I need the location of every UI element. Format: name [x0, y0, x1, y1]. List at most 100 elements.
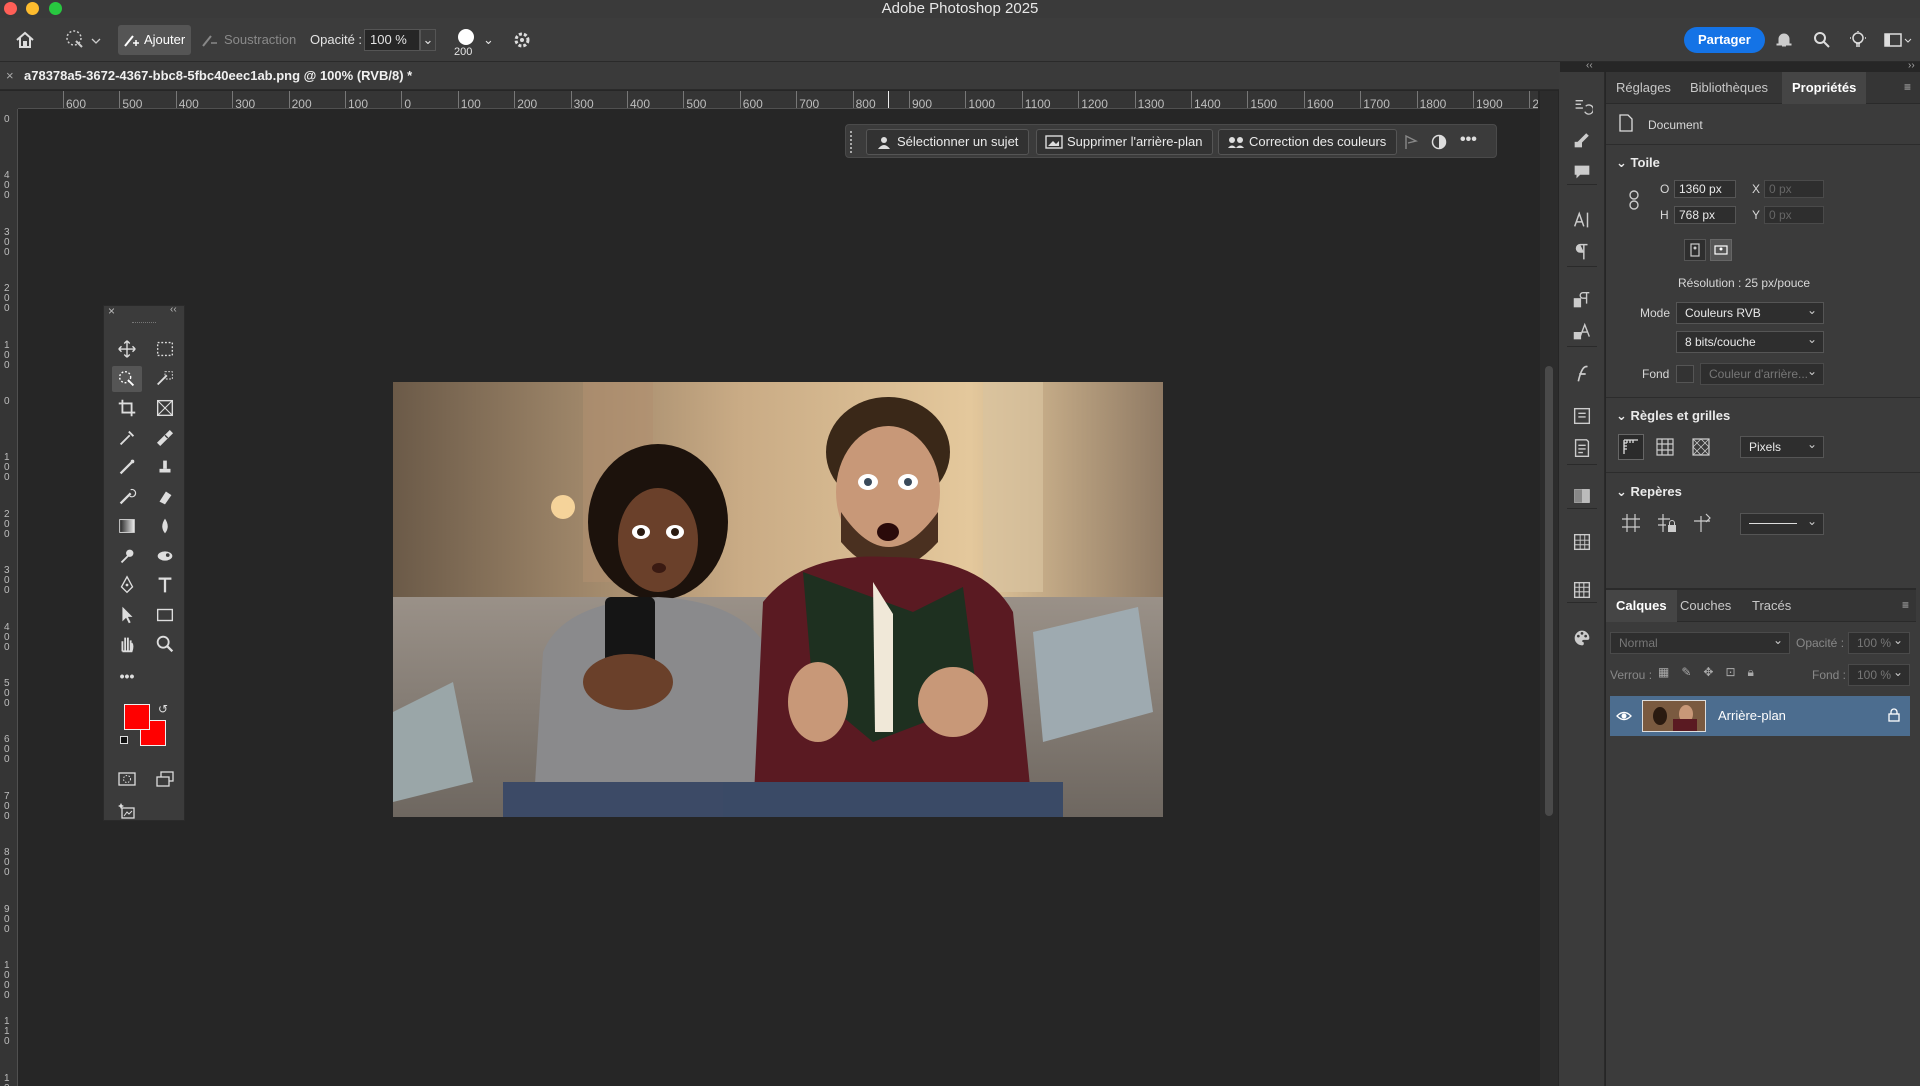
landscape-orientation-button[interactable] — [1710, 239, 1732, 261]
default-colors-icon[interactable] — [120, 736, 128, 744]
collapse-panel-icon[interactable]: ‹‹ — [170, 304, 177, 315]
document-tab-title[interactable]: a78378a5-3672-4367-bbc8-5fbc40eec1ab.png… — [24, 62, 412, 90]
rectangle-tool[interactable] — [150, 602, 180, 628]
panel-grip[interactable] — [132, 322, 156, 325]
expand-panels-icon[interactable]: ›› — [1908, 60, 1915, 71]
gradient-tool[interactable] — [112, 513, 142, 539]
quick-selection-tool[interactable] — [112, 365, 142, 392]
vertical-scrollbar[interactable] — [1540, 91, 1558, 1086]
blur-tool[interactable] — [150, 513, 180, 539]
settings-button[interactable] — [512, 25, 532, 55]
subtract-from-selection-button[interactable]: Soustraction — [198, 25, 296, 55]
layer-lock-icon[interactable] — [1888, 708, 1900, 722]
lock-all-icon[interactable]: 🔒︎ — [1748, 665, 1766, 679]
paragraph-panel-button[interactable] — [1570, 240, 1594, 264]
search-button[interactable] — [1812, 25, 1832, 55]
brush-dropdown[interactable]: ⌄ — [483, 25, 494, 55]
share-button[interactable]: Partager — [1684, 27, 1765, 53]
lock-transparent-icon[interactable]: ▦ — [1658, 665, 1681, 679]
dodge-tool[interactable] — [112, 543, 142, 569]
crop-tool[interactable] — [112, 395, 142, 421]
layer-name[interactable]: Arrière-plan — [1718, 708, 1786, 723]
character-styles-panel-button[interactable] — [1570, 320, 1594, 344]
patterns-panel-button[interactable] — [1570, 530, 1594, 554]
opacity-dropdown[interactable]: ⌄ — [420, 29, 436, 51]
zoom-tool[interactable] — [150, 631, 180, 657]
minimize-window-button[interactable] — [26, 2, 39, 15]
fill-color-swatch[interactable] — [1676, 365, 1694, 383]
drag-handle[interactable] — [850, 131, 854, 153]
layer-opacity-input[interactable]: 100 % — [1848, 630, 1910, 654]
y-input[interactable]: 0 px — [1764, 206, 1824, 224]
guide-style-select[interactable] — [1740, 511, 1824, 535]
canvas-section-header[interactable]: ⌄ Toile — [1616, 155, 1660, 171]
generative-fill-button[interactable] — [112, 798, 142, 824]
pin-bar-button[interactable] — [1402, 133, 1420, 154]
marquee-tool[interactable] — [150, 336, 180, 362]
lock-position-icon[interactable]: ✥ — [1703, 665, 1725, 679]
brush-settings-panel-button[interactable] — [1570, 128, 1594, 152]
home-button[interactable] — [14, 25, 36, 55]
lock-image-icon[interactable]: ✎ — [1681, 665, 1703, 679]
type-tool[interactable] — [150, 572, 180, 598]
guides-toggle[interactable] — [1620, 512, 1642, 537]
more-options-icon[interactable]: ••• — [1460, 131, 1477, 149]
move-tool[interactable] — [112, 336, 142, 362]
rulers-toggle[interactable] — [1618, 434, 1644, 460]
swatches-panel-button[interactable] — [1570, 578, 1594, 602]
layers-menu-icon[interactable]: ≡ — [1902, 598, 1909, 612]
select-subject-button[interactable]: Sélectionner un sujet — [866, 129, 1030, 155]
zoom-window-button[interactable] — [49, 2, 62, 15]
link-icon[interactable] — [1628, 190, 1640, 210]
rulers-grids-section-header[interactable]: ⌄ Règles et grilles — [1616, 408, 1730, 424]
path-selection-tool[interactable] — [112, 602, 142, 628]
gradients-panel-button[interactable] — [1570, 484, 1594, 508]
fill-select[interactable]: Couleur d'arrière... — [1700, 361, 1824, 385]
hand-tool[interactable] — [112, 631, 142, 657]
brush-tool[interactable] — [112, 454, 142, 480]
width-input[interactable]: 1360 px — [1674, 180, 1736, 198]
eye-icon[interactable] — [1616, 709, 1632, 723]
close-tab-icon[interactable]: × — [6, 62, 14, 90]
height-input[interactable]: 768 px — [1674, 206, 1736, 224]
history-panel-panel-button[interactable] — [1570, 96, 1594, 120]
lock-options[interactable]: ▦✎✥⊡🔒︎ — [1658, 665, 1768, 683]
character-panel-button[interactable] — [1570, 208, 1594, 232]
blend-mode-select[interactable]: Normal — [1610, 630, 1790, 654]
workspace-button[interactable] — [1884, 25, 1914, 55]
smudge-tool[interactable] — [150, 543, 180, 569]
adjustment-button[interactable] — [1430, 133, 1448, 154]
glyphs-panel-button[interactable] — [1570, 362, 1594, 386]
guides-section-header[interactable]: ⌄ Repères — [1616, 484, 1682, 500]
panel-menu-icon[interactable]: ≡ — [1904, 80, 1911, 94]
object-selection-tool[interactable] — [150, 366, 180, 392]
foreground-color-swatch[interactable] — [124, 704, 150, 730]
lock-guides-toggle[interactable] — [1656, 512, 1678, 537]
tab-properties[interactable]: Propriétés — [1782, 72, 1867, 104]
color-palette-panel-button[interactable] — [1570, 626, 1594, 650]
swap-colors-icon[interactable]: ↺ — [158, 702, 168, 716]
close-panel-icon[interactable]: × — [108, 304, 115, 318]
healing-brush-tool[interactable] — [150, 425, 180, 451]
remove-background-button[interactable]: Supprimer l'arrière-plan — [1036, 129, 1214, 155]
pixel-grid-toggle[interactable] — [1690, 436, 1712, 461]
notifications-button[interactable] — [1774, 25, 1794, 55]
clone-stamp-tool[interactable] — [150, 454, 180, 480]
history-brush-tool[interactable] — [112, 484, 142, 510]
bit-depth-select[interactable]: 8 bits/couche — [1676, 329, 1824, 353]
tab-layers[interactable]: Calques — [1606, 590, 1677, 622]
comments-panel-button[interactable] — [1570, 160, 1594, 184]
color-mode-select[interactable]: Couleurs RVB — [1676, 300, 1824, 324]
frame-tool[interactable] — [150, 395, 180, 421]
tab-paths[interactable]: Tracés — [1742, 590, 1801, 622]
x-input[interactable]: 0 px — [1764, 180, 1824, 198]
opacity-input[interactable]: 100 % — [364, 29, 420, 51]
eraser-tool[interactable] — [150, 484, 180, 510]
document-image[interactable] — [393, 382, 1163, 817]
quick-mask-button[interactable] — [112, 766, 142, 792]
grid-toggle[interactable] — [1654, 436, 1676, 461]
tab-channels[interactable]: Couches — [1670, 590, 1741, 622]
edit-toolbar-button[interactable]: ••• — [112, 663, 142, 689]
portrait-orientation-button[interactable] — [1684, 239, 1706, 261]
pen-tool[interactable] — [112, 572, 142, 598]
